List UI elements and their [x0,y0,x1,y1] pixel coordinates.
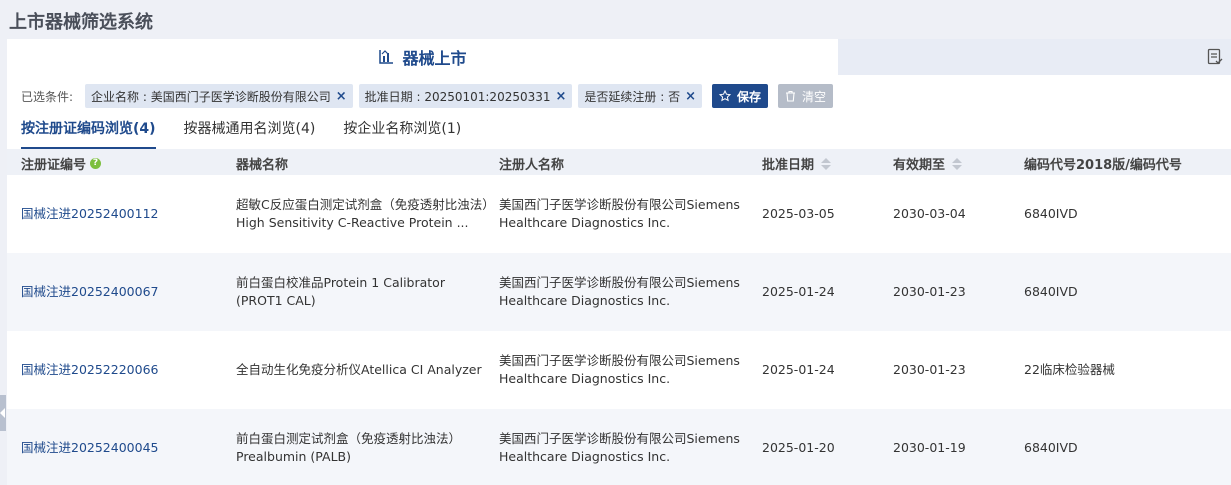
bar-chart-icon [378,49,394,65]
approval-date-cell: 2025-01-24 [762,362,835,377]
code-cell: 22临床检验器械 [1024,362,1115,377]
approval-date-cell: 2025-03-05 [762,206,835,221]
device-name: 全自动生化免疫分析仪Atellica CI Analyzer [236,362,482,377]
save-label: 保存 [737,89,762,104]
header-label: 有效期至 [893,158,946,173]
sort-icon[interactable] [952,157,963,170]
header-label: 注册证编号 [21,158,87,173]
table-row: 国械注进20252400045 前白蛋白测定试剂盒（免疫透射比浊法）Prealb… [7,409,1231,485]
approval-date-cell: 2025-01-24 [762,284,835,299]
reg-no-link[interactable]: 国械注进20252400045 [21,409,158,485]
reg-no-link[interactable]: 国械注进20252400112 [21,175,158,253]
filter-chip-approval-date: 批准日期 : 20250101:20250331 × [358,84,573,108]
device-name-cell: 全自动生化免疫分析仪Atellica CI Analyzer [236,331,491,409]
device-name-cell: 超敏C反应蛋白测定试剂盒（免疫透射比浊法）High Sensitivity C-… [236,175,491,253]
chip-text: 是否延续注册 : 否 [584,89,681,104]
registrant-cell: 美国西门子医学诊断股份有限公司Siemens Healthcare Diagno… [499,331,754,409]
table-row: 国械注进20252220066 全自动生化免疫分析仪Atellica CI An… [7,331,1231,409]
device-name: 前白蛋白校准品Protein 1 Calibrator (PROT1 CAL) [236,275,445,308]
approval-date-cell: 2025-01-20 [762,440,835,455]
save-button[interactable]: 保存 [712,84,769,108]
header-valid-until[interactable]: 有效期至 [893,154,963,173]
registrant-cell: 美国西门子医学诊断股份有限公司Siemens Healthcare Diagno… [499,409,754,485]
header-registrant: 注册人名称 [499,158,565,173]
results-table: 注册证编号 ? 器械名称 注册人名称 批准日期 有效期至 编码代号2018版/编… [7,149,1231,485]
tab-strip: 器械上市 [7,39,1231,75]
header-approval-date[interactable]: 批准日期 [762,154,832,173]
registrant-cell: 美国西门子医学诊断股份有限公司Siemens Healthcare Diagno… [499,253,754,331]
code-cell: 6840IVD [1024,206,1078,221]
main-panel: 器械上市 已选条件: 企业名称 : 美国西门子医学诊断股份有限公司 × 批准日期… [7,39,1231,485]
reg-no-link[interactable]: 国械注进20252400067 [21,253,158,331]
chip-text: 企业名称 : 美国西门子医学诊断股份有限公司 [91,89,331,104]
filter-chip-renewal: 是否延续注册 : 否 × [578,84,703,108]
header-label: 批准日期 [762,158,815,173]
chip-text: 批准日期 : 20250101:20250331 [364,89,551,104]
help-icon[interactable]: ? [90,158,102,169]
registrant-name: 美国西门子医学诊断股份有限公司Siemens Healthcare Diagno… [499,431,740,464]
device-name: 超敏C反应蛋白测定试剂盒（免疫透射比浊法）High Sensitivity C-… [236,197,489,230]
close-icon[interactable]: × [685,89,696,104]
trash-icon [786,90,796,102]
filter-label: 已选条件: [21,89,74,104]
browse-subtabs: 按注册证编码浏览(4) 按器械通用名浏览(4) 按企业名称浏览(1) [21,119,461,149]
registrant-name: 美国西门子医学诊断股份有限公司Siemens Healthcare Diagno… [499,197,740,230]
valid-until-cell: 2030-01-23 [893,284,966,299]
device-name: 前白蛋白测定试剂盒（免疫透射比浊法）Prealbumin (PALB) [236,431,462,464]
header-reg-no: 注册证编号 ? [21,154,102,173]
header-code: 编码代号2018版/编码代号 [1024,158,1182,173]
registrant-name: 美国西门子医学诊断股份有限公司Siemens Healthcare Diagno… [499,353,740,386]
device-name-cell: 前白蛋白校准品Protein 1 Calibrator (PROT1 CAL) [236,253,491,331]
valid-until-cell: 2030-03-04 [893,206,966,221]
device-name-cell: 前白蛋白测定试剂盒（免疫透射比浊法）Prealbumin (PALB) [236,409,491,485]
code-cell: 6840IVD [1024,440,1078,455]
tab-device-listing[interactable]: 器械上市 [7,39,838,75]
sort-icon[interactable] [821,157,832,170]
table-row: 国械注进20252400112 超敏C反应蛋白测定试剂盒（免疫透射比浊法）Hig… [7,175,1231,253]
tab-label: 器械上市 [402,49,467,68]
reg-no-link[interactable]: 国械注进20252220066 [21,331,158,409]
clear-label: 清空 [802,89,827,104]
table-header: 注册证编号 ? 器械名称 注册人名称 批准日期 有效期至 编码代号2018版/编… [7,149,1231,175]
code-cell: 6840IVD [1024,284,1078,299]
sidebar-collapse-handle[interactable] [0,395,6,431]
close-icon[interactable]: × [556,89,567,104]
valid-until-cell: 2030-01-19 [893,440,966,455]
clear-button[interactable]: 清空 [778,84,834,108]
registrant-cell: 美国西门子医学诊断股份有限公司Siemens Healthcare Diagno… [499,175,754,253]
filter-row: 已选条件: 企业名称 : 美国西门子医学诊断股份有限公司 × 批准日期 : 20… [21,84,834,108]
subtab-by-company[interactable]: 按企业名称浏览(1) [343,119,461,149]
valid-until-cell: 2030-01-23 [893,362,966,377]
table-row: 国械注进20252400067 前白蛋白校准品Protein 1 Calibra… [7,253,1231,331]
filter-chip-company: 企业名称 : 美国西门子医学诊断股份有限公司 × [85,84,353,108]
registrant-name: 美国西门子医学诊断股份有限公司Siemens Healthcare Diagno… [499,275,740,308]
export-icon[interactable] [1207,48,1223,66]
close-icon[interactable]: × [336,89,347,104]
subtab-by-reg-no[interactable]: 按注册证编码浏览(4) [21,119,156,149]
star-icon [719,90,732,102]
subtab-by-device-name[interactable]: 按器械通用名浏览(4) [184,119,316,149]
header-device: 器械名称 [236,158,289,173]
page-title: 上市器械筛选系统 [9,12,153,33]
